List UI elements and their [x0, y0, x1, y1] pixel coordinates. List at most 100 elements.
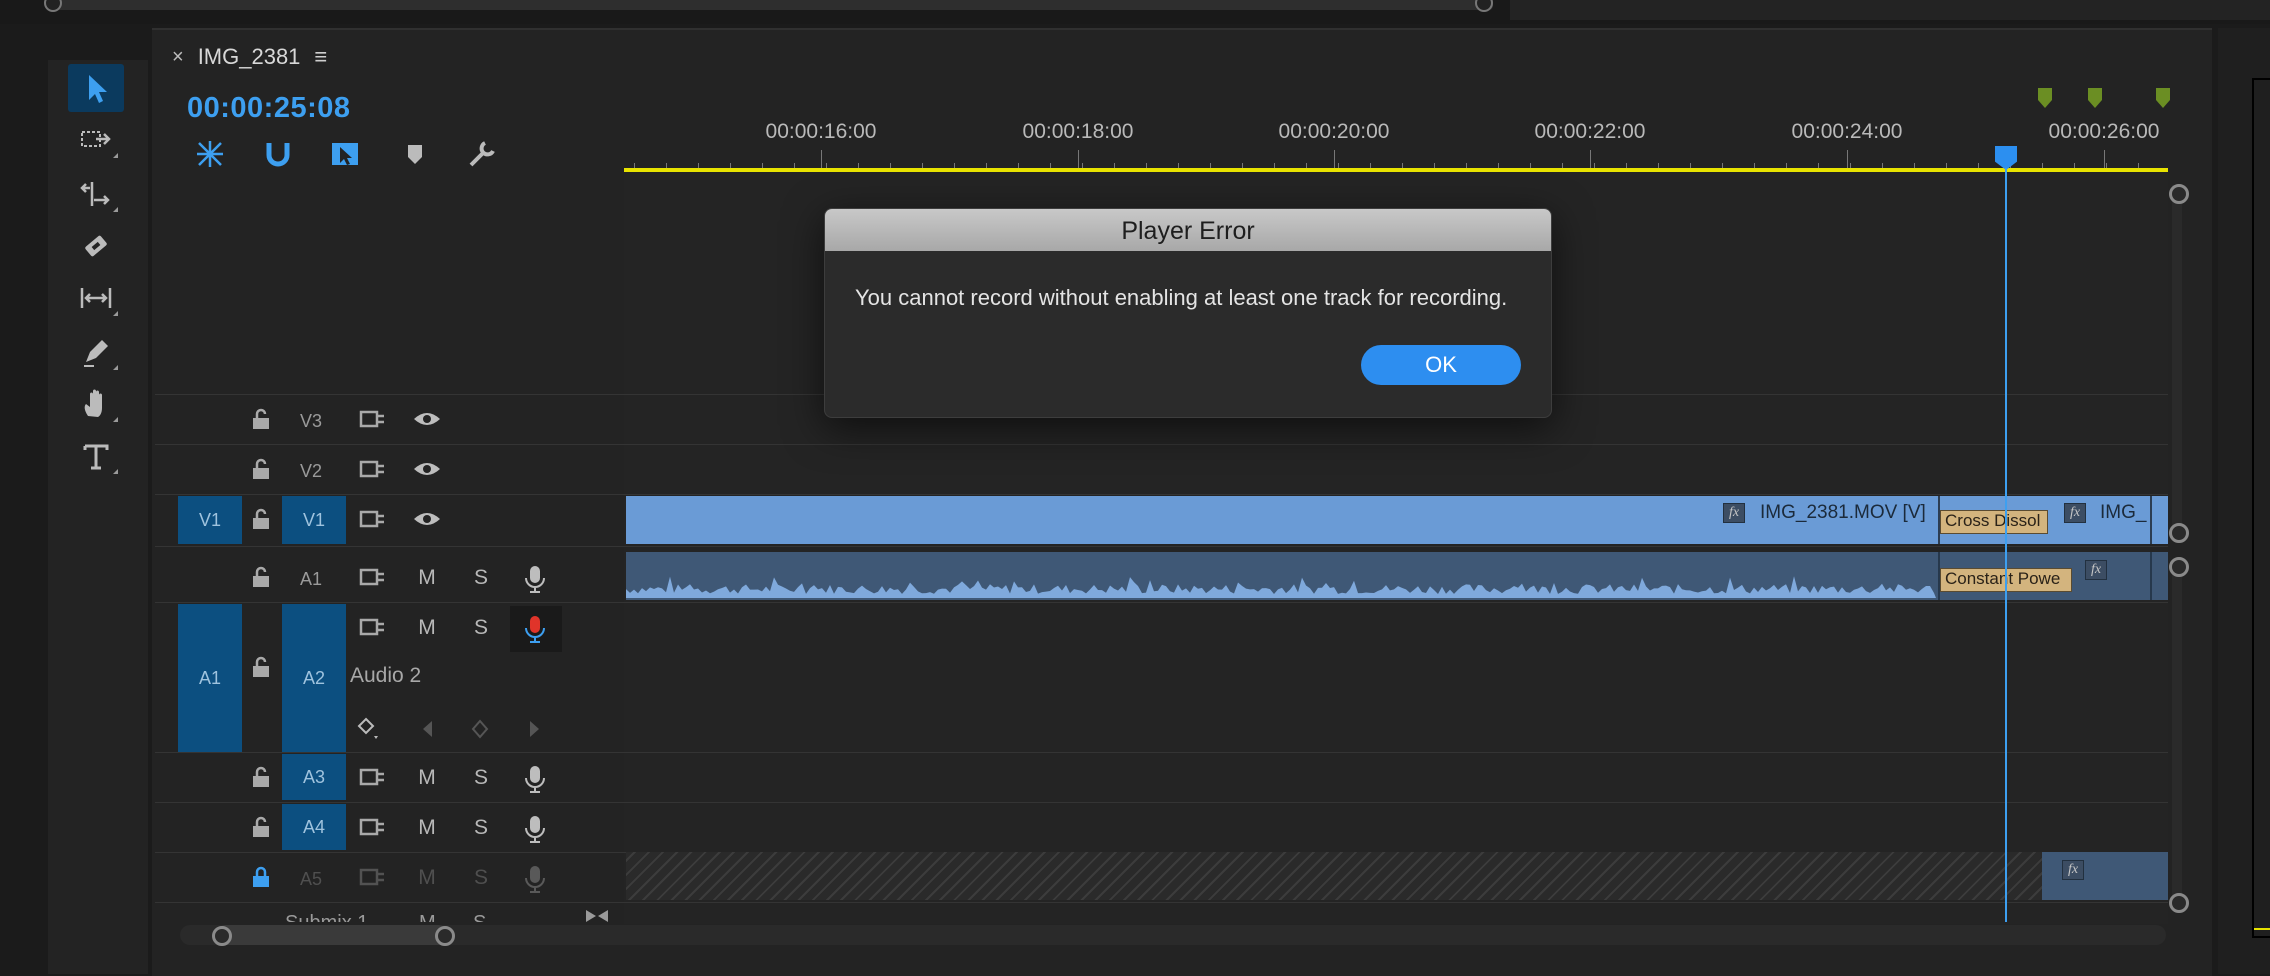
microphone-icon[interactable]	[520, 813, 550, 845]
keyframe-menu-icon[interactable]	[356, 714, 386, 744]
fx-badge-icon: fx	[1723, 503, 1745, 523]
solo-button[interactable]: S	[466, 862, 496, 894]
selection-tool[interactable]	[68, 64, 124, 112]
ok-button[interactable]: OK	[1361, 345, 1521, 385]
audio-clip[interactable]	[626, 552, 2168, 600]
mute-button[interactable]: M	[419, 912, 436, 922]
next-keyframe-icon[interactable]	[522, 716, 546, 742]
type-icon	[83, 444, 109, 470]
snap-magnet-icon[interactable]	[261, 137, 295, 171]
sync-lock-icon[interactable]	[358, 564, 386, 590]
scroll-knob-left[interactable]	[44, 0, 62, 12]
zoom-handle-right[interactable]	[435, 926, 455, 946]
cross-dissolve-transition[interactable]: Cross Dissol	[1940, 510, 2048, 534]
track-label-v3[interactable]: V3	[286, 404, 336, 438]
zoom-scroll-thumb[interactable]	[216, 925, 448, 945]
lock-icon-locked[interactable]	[248, 864, 274, 890]
mute-button[interactable]: M	[412, 862, 442, 894]
clip-edit-point[interactable]	[2150, 552, 2152, 600]
record-button-active[interactable]	[510, 606, 562, 652]
microphone-icon[interactable]	[520, 863, 550, 895]
playhead-timecode[interactable]: 00:00:25:08	[187, 92, 351, 125]
track-height-toggle-icon[interactable]	[584, 908, 610, 924]
scroll-knob[interactable]	[2169, 893, 2189, 913]
lock-icon[interactable]	[248, 456, 274, 482]
linked-selection-icon[interactable]	[328, 137, 362, 171]
solo-button[interactable]: S	[473, 912, 486, 922]
track-label-submix: Submix 1	[285, 912, 368, 922]
solo-button[interactable]: S	[466, 612, 496, 644]
mute-button[interactable]: M	[412, 612, 442, 644]
microphone-icon[interactable]	[520, 763, 550, 795]
audio-clip-a5[interactable]	[2042, 852, 2168, 900]
previous-keyframe-icon[interactable]	[416, 716, 440, 742]
audio-vertical-scrollbar[interactable]	[2172, 560, 2182, 900]
scroll-knob[interactable]	[2169, 557, 2189, 577]
scroll-knob-right[interactable]	[1475, 0, 1493, 12]
track-label-a2[interactable]: A2	[282, 604, 346, 752]
track-label-v2[interactable]: V2	[286, 454, 336, 488]
eye-icon[interactable]	[412, 456, 442, 482]
insert-nest-icon[interactable]	[193, 137, 227, 171]
hand-tool[interactable]	[68, 380, 124, 428]
track-label-a1[interactable]: A1	[286, 562, 336, 596]
solo-button[interactable]: S	[466, 562, 496, 594]
sync-lock-icon[interactable]	[358, 456, 386, 482]
track-label-a5[interactable]: A5	[286, 862, 336, 896]
microphone-icon[interactable]	[520, 563, 550, 595]
playhead-line[interactable]	[2005, 168, 2007, 922]
ruler-label: 00:00:18:00	[1022, 120, 1134, 143]
slip-tool[interactable]	[68, 274, 124, 322]
sync-lock-icon[interactable]	[358, 864, 386, 890]
lock-icon[interactable]	[248, 506, 274, 532]
source-patch-a1[interactable]: A1	[178, 604, 242, 752]
video-clip[interactable]	[626, 496, 2168, 544]
lock-icon[interactable]	[248, 764, 274, 790]
eye-icon[interactable]	[412, 506, 442, 532]
eye-icon[interactable]	[412, 406, 442, 432]
sync-lock-icon[interactable]	[358, 764, 386, 790]
horizontal-zoom-scrollbar[interactable]	[180, 925, 2166, 945]
mute-button[interactable]: M	[412, 562, 442, 594]
sync-lock-icon[interactable]	[358, 406, 386, 432]
submix-track-header[interactable]: Submix 1 M S	[155, 904, 624, 922]
clip-edit-point[interactable]	[2150, 496, 2152, 544]
track-select-tool[interactable]	[68, 116, 124, 164]
wrench-settings-icon[interactable]	[465, 137, 499, 171]
type-tool[interactable]	[68, 432, 124, 480]
lock-icon[interactable]	[248, 564, 274, 590]
video-vertical-scrollbar[interactable]	[2172, 185, 2182, 530]
pen-tool[interactable]	[68, 328, 124, 376]
sequence-tab[interactable]: × IMG_2381 ≡	[172, 42, 327, 72]
solo-button[interactable]: S	[466, 812, 496, 844]
panel-menu-icon[interactable]: ≡	[314, 44, 327, 70]
zoom-handle-left[interactable]	[212, 926, 232, 946]
lock-icon[interactable]	[248, 654, 274, 680]
ripple-edit-tool[interactable]	[68, 170, 124, 218]
sync-lock-icon[interactable]	[358, 506, 386, 532]
clip-edit-point[interactable]	[1938, 496, 1940, 544]
sync-lock-icon[interactable]	[358, 814, 386, 840]
mute-button[interactable]: M	[412, 812, 442, 844]
source-patch-v1[interactable]: V1	[178, 496, 242, 544]
scroll-knob[interactable]	[2169, 184, 2189, 204]
lock-icon[interactable]	[248, 406, 274, 432]
scroll-knob[interactable]	[2169, 523, 2189, 543]
ruler-tick-major	[821, 150, 822, 170]
top-scrollbar[interactable]	[44, 0, 1493, 12]
track-label-a3[interactable]: A3	[282, 754, 346, 800]
lock-icon[interactable]	[248, 814, 274, 840]
fx-badge-icon: fx	[2062, 860, 2084, 880]
add-keyframe-icon[interactable]	[468, 716, 492, 742]
sync-lock-icon[interactable]	[358, 614, 386, 640]
close-tab-icon[interactable]: ×	[172, 46, 184, 69]
track-label-v1[interactable]: V1	[282, 496, 346, 544]
track-name-audio-2[interactable]: Audio 2	[350, 664, 421, 688]
time-ruler[interactable]: 00:00:16:00 00:00:18:00 00:00:20:00 00:0…	[624, 110, 2168, 172]
solo-button[interactable]: S	[466, 762, 496, 794]
clip-edit-point[interactable]	[1938, 552, 1940, 600]
mute-button[interactable]: M	[412, 762, 442, 794]
track-label-a4[interactable]: A4	[282, 804, 346, 850]
add-marker-icon[interactable]	[398, 137, 432, 171]
razor-tool[interactable]	[68, 222, 124, 270]
